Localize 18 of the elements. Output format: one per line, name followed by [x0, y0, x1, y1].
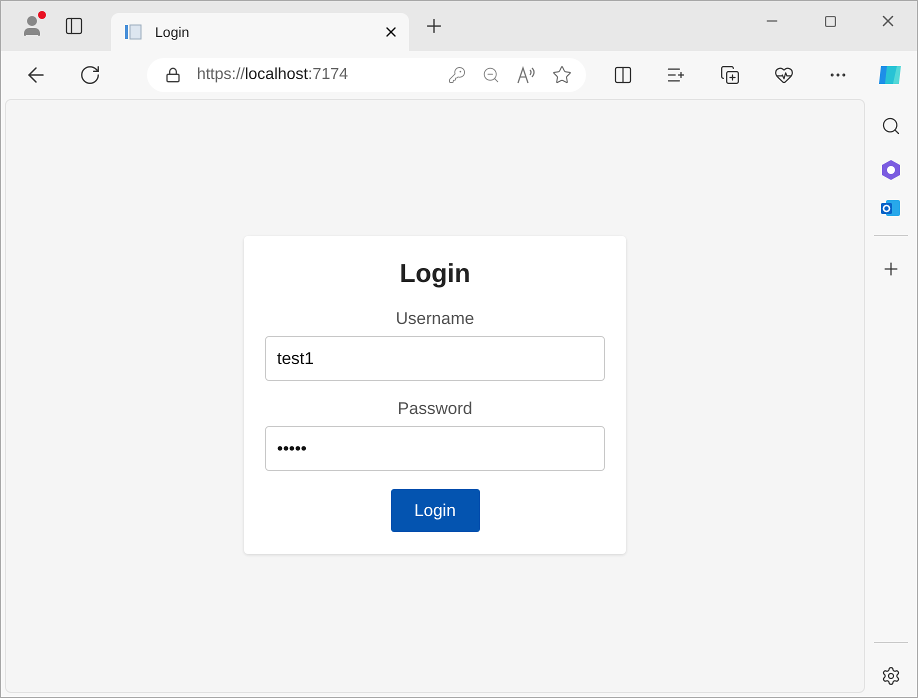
field-label: Password: [398, 399, 472, 419]
page-icon: [123, 22, 143, 42]
text-field[interactable]: •••••: [265, 426, 605, 471]
hexagon-app-icon: [880, 159, 902, 181]
field-label: Username: [396, 309, 474, 329]
lock-icon: [164, 67, 181, 83]
browser-tab[interactable]: Login: [111, 13, 409, 51]
mail-app-icon: [880, 197, 902, 219]
read-aloud-icon: [516, 66, 536, 84]
login-title: Login: [400, 258, 470, 289]
star-icon: [552, 65, 572, 85]
address-bar[interactable]: https://localhost:7174: [146, 58, 586, 92]
tab-title: Login: [155, 24, 190, 40]
login-button[interactable]: Login: [390, 489, 480, 532]
zoom-out-icon: [482, 66, 500, 84]
url-text: https://localhost:7174: [196, 66, 350, 84]
text-field[interactable]: test1: [265, 336, 605, 381]
key-icon: [448, 66, 466, 84]
